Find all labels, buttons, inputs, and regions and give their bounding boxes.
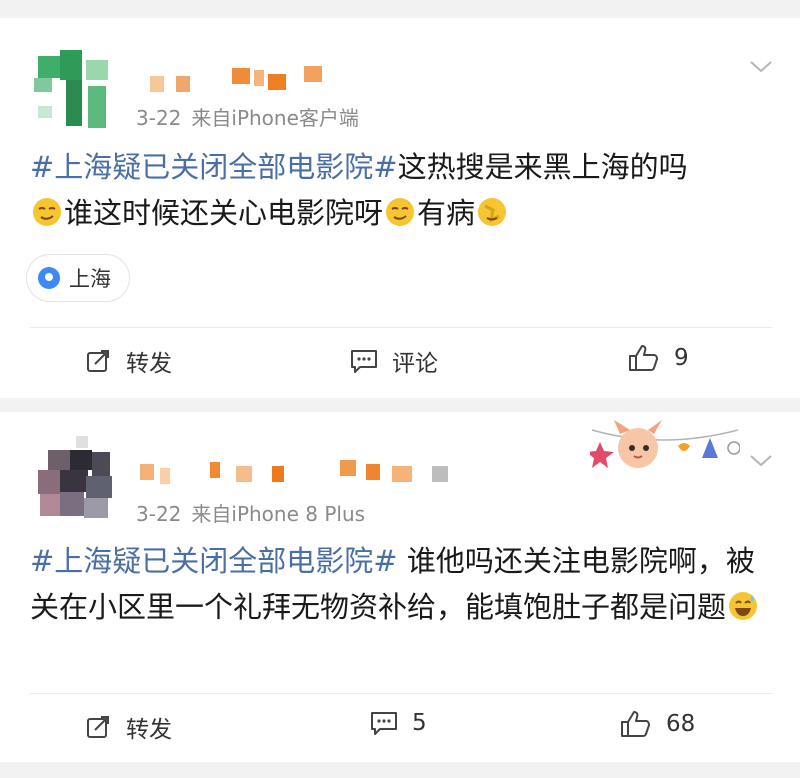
post-time: 3-22 (136, 106, 182, 130)
like-icon (629, 345, 658, 371)
post-text: #上海疑已关闭全部电影院# 谁他吗还关注电影院啊，被关在小区里一个礼拜无物资补给… (30, 538, 775, 630)
like-icon (621, 711, 650, 737)
sweat-smile-emoji-icon (729, 592, 758, 620)
comment-icon (351, 350, 377, 373)
post-meta: 3-22 来自iPhone 8 Plus (136, 498, 365, 527)
comment-button[interactable]: 评论 (350, 344, 438, 378)
smirk-emoji-icon (33, 198, 61, 226)
post-text-part: 谁这时候还关心电影院呀 (64, 196, 384, 230)
smirk-emoji-icon (386, 198, 415, 226)
username-blurred[interactable] (140, 460, 480, 484)
avatar[interactable] (30, 50, 120, 140)
comment-icon (371, 712, 397, 735)
avatar[interactable] (30, 436, 120, 526)
repost-icon (87, 350, 109, 372)
post-source: 来自iPhone客户端 (191, 106, 359, 130)
repost-icon (87, 716, 109, 738)
location-pin-icon (38, 267, 60, 289)
post-source: 来自iPhone 8 Plus (191, 502, 366, 526)
comment-count: 5 (412, 710, 427, 736)
like-button[interactable]: 9 (628, 344, 689, 372)
repost-label: 转发 (126, 351, 172, 377)
chevron-down-icon[interactable] (750, 454, 772, 468)
username-blurred[interactable] (150, 66, 330, 92)
chevron-down-icon[interactable] (750, 60, 772, 74)
location-label: 上海 (69, 267, 111, 291)
like-count: 68 (666, 711, 696, 737)
like-count: 9 (674, 345, 689, 371)
like-button[interactable]: 68 (620, 710, 695, 738)
repost-button[interactable]: 转发 (86, 710, 172, 744)
divider (30, 693, 772, 694)
topic-link[interactable]: #上海疑已关闭全部电影院# (30, 150, 398, 184)
post-card: 3-22 来自iPhone客户端 #上海疑已关闭全部电影院#这热搜是来黑上海的吗 … (0, 18, 800, 398)
post-time: 3-22 (136, 502, 182, 526)
post-text-part: 有病 (417, 196, 476, 230)
comment-button[interactable]: 5 (370, 710, 427, 736)
post-text: #上海疑已关闭全部电影院#这热搜是来黑上海的吗 谁这时候还关心电影院呀 有病 (30, 144, 775, 236)
divider (30, 327, 772, 328)
comment-label: 评论 (392, 351, 438, 377)
topic-link[interactable]: #上海疑已关闭全部电影院# (30, 544, 398, 578)
bunting-decoration (590, 420, 740, 468)
post-meta: 3-22 来自iPhone客户端 (136, 102, 359, 131)
location-tag[interactable]: 上海 (26, 254, 130, 302)
repost-button[interactable]: 转发 (86, 344, 172, 378)
post-text-part: 这热搜是来黑上海的吗 (397, 150, 688, 184)
post-card: 3-22 来自iPhone 8 Plus #上海疑已关闭全部电影院# 谁他吗还关注… (0, 412, 800, 762)
repost-label: 转发 (126, 717, 172, 743)
facepalm-emoji-icon (478, 198, 507, 226)
